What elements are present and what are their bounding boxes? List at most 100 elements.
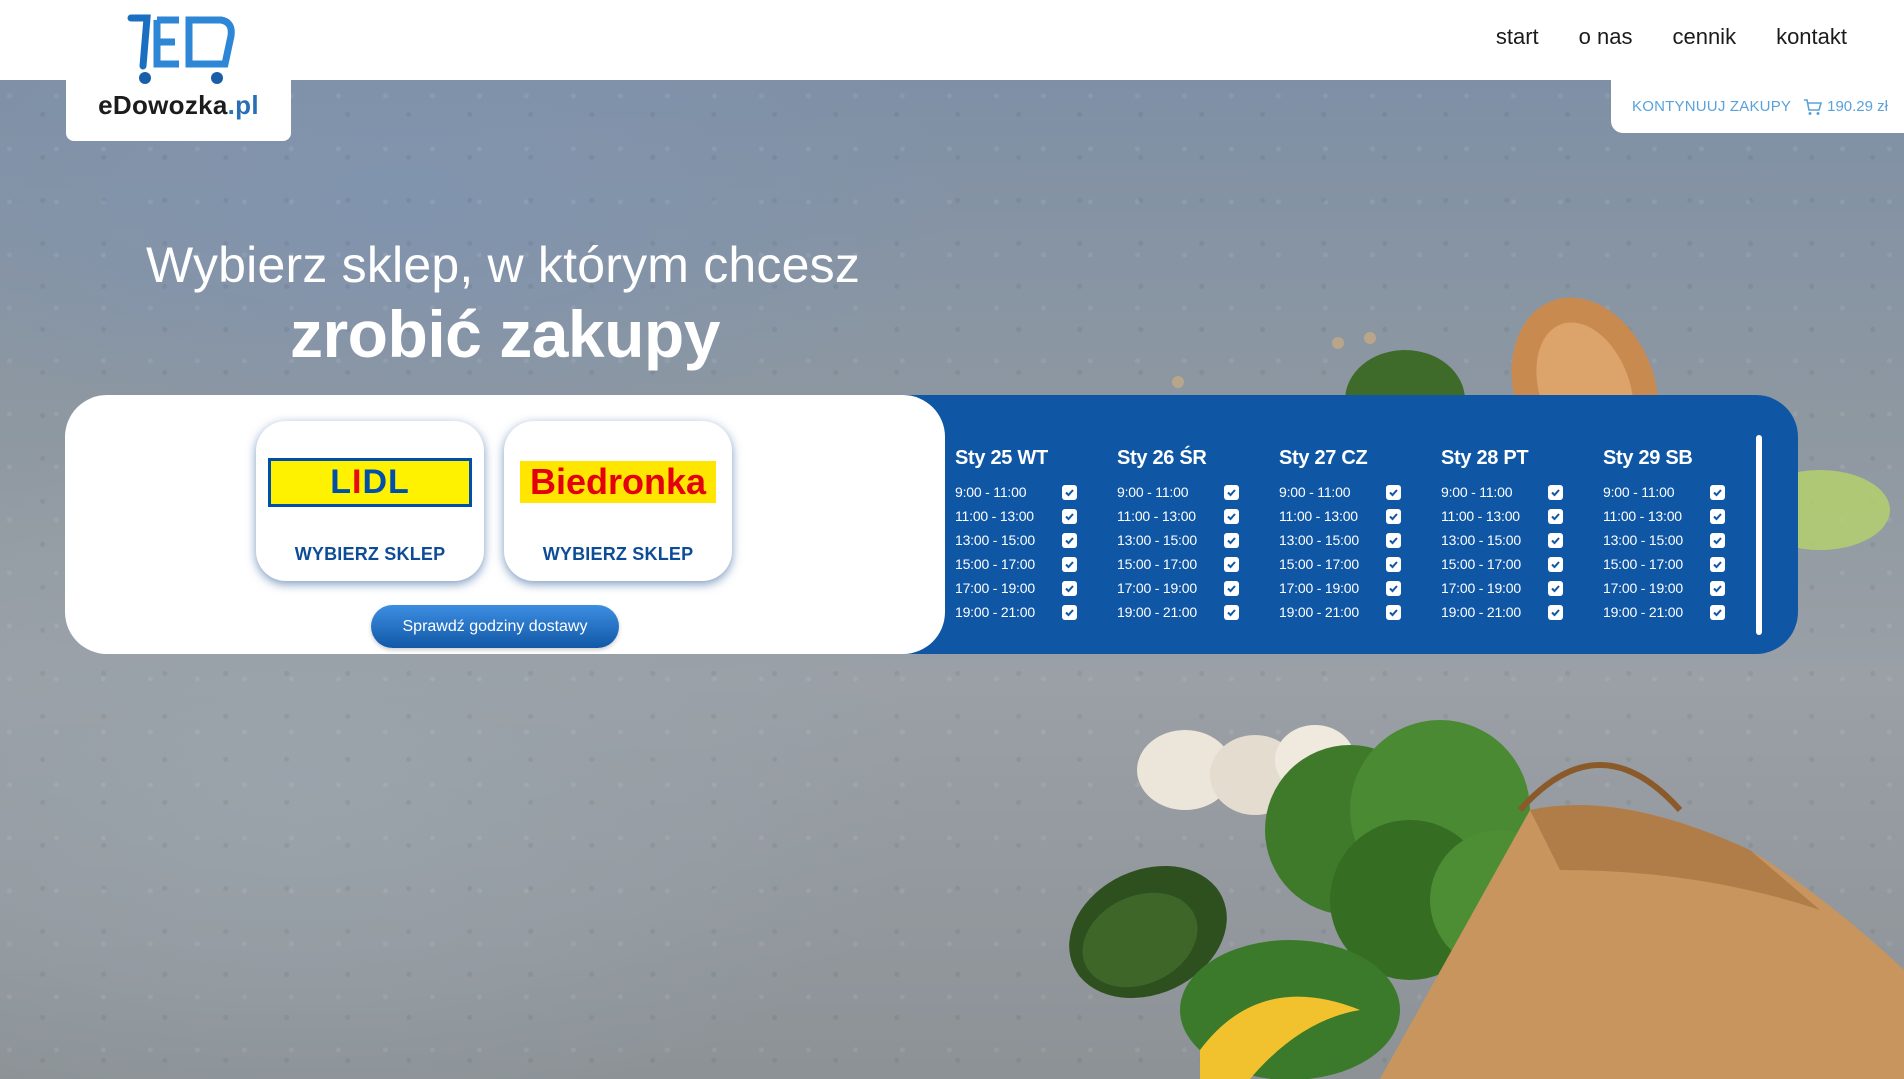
cart-logo-icon [127,14,235,84]
delivery-slot[interactable]: 19:00 - 21:00 [955,600,1077,624]
slot-time: 17:00 - 19:00 [1441,580,1521,596]
checkmark-icon[interactable] [1062,532,1077,548]
checkmark-icon[interactable] [1710,580,1725,596]
delivery-slot[interactable]: 13:00 - 15:00 [1279,528,1401,552]
delivery-slot[interactable]: 17:00 - 19:00 [1603,576,1725,600]
main-nav: start o nas cennik kontakt [1496,24,1847,50]
headline-line1: Wybierz sklep, w którym chcesz [146,237,861,293]
slot-time: 15:00 - 17:00 [955,556,1035,572]
cart-bar: KONTYNUUJ ZAKUPY 190.29 zł [1611,80,1904,133]
delivery-slot[interactable]: 19:00 - 21:00 [1117,600,1239,624]
checkmark-icon[interactable] [1548,604,1563,620]
delivery-slot[interactable]: 11:00 - 13:00 [1117,504,1239,528]
delivery-slot[interactable]: 19:00 - 21:00 [1603,600,1725,624]
delivery-slot[interactable]: 15:00 - 17:00 [955,552,1077,576]
slot-time: 15:00 - 17:00 [1117,556,1197,572]
delivery-slot[interactable]: 19:00 - 21:00 [1279,600,1401,624]
delivery-slot[interactable]: 15:00 - 17:00 [1279,552,1401,576]
slot-time: 13:00 - 15:00 [955,532,1035,548]
day-column: Sty 27 CZ 9:00 - 11:00 11:00 - 13:00 13:00 … [1279,447,1441,624]
select-store-button[interactable]: WYBIERZ SKLEP [504,544,732,565]
checkmark-icon[interactable] [1386,580,1401,596]
nav-start[interactable]: start [1496,24,1539,50]
checkmark-icon[interactable] [1386,508,1401,524]
checkmark-icon[interactable] [1224,484,1239,500]
delivery-slot[interactable]: 9:00 - 11:00 [1117,480,1239,504]
checkmark-icon[interactable] [1548,580,1563,596]
checkmark-icon[interactable] [1710,508,1725,524]
slot-time: 9:00 - 11:00 [1441,484,1513,500]
checkmark-icon[interactable] [1710,604,1725,620]
delivery-slot[interactable]: 15:00 - 17:00 [1441,552,1563,576]
delivery-slot[interactable]: 13:00 - 15:00 [1441,528,1563,552]
logo[interactable]: eDowozka.pl [66,0,291,141]
slot-time: 19:00 - 21:00 [1117,604,1197,620]
delivery-slot[interactable]: 9:00 - 11:00 [955,480,1077,504]
checkmark-icon[interactable] [1224,580,1239,596]
cart-total-button[interactable]: 190.29 zł [1803,98,1888,116]
checkmark-icon[interactable] [1548,532,1563,548]
store-card-lidl[interactable]: L I DL WYBIERZ SKLEP [256,421,484,581]
nav-cennik[interactable]: cennik [1672,24,1736,50]
delivery-slot[interactable]: 9:00 - 11:00 [1441,480,1563,504]
delivery-slot[interactable]: 11:00 - 13:00 [955,504,1077,528]
delivery-slot[interactable]: 9:00 - 11:00 [1603,480,1725,504]
delivery-slot[interactable]: 11:00 - 13:00 [1441,504,1563,528]
delivery-slot[interactable]: 17:00 - 19:00 [1117,576,1239,600]
nav-o-nas[interactable]: o nas [1579,24,1633,50]
checkmark-icon[interactable] [1386,532,1401,548]
store-card-biedronka[interactable]: Biedronka WYBIERZ SKLEP [504,421,732,581]
check-delivery-hours-button[interactable]: Sprawdź godziny dostawy [371,605,619,648]
checkmark-icon[interactable] [1386,484,1401,500]
day-column: Sty 29 SB 9:00 - 11:00 11:00 - 13:00 13:00 … [1603,447,1765,624]
delivery-slot[interactable]: 13:00 - 15:00 [1117,528,1239,552]
checkmark-icon[interactable] [1710,532,1725,548]
delivery-slot[interactable]: 13:00 - 15:00 [1603,528,1725,552]
slot-time: 17:00 - 19:00 [1117,580,1197,596]
checkmark-icon[interactable] [1386,556,1401,572]
checkmark-icon[interactable] [1224,508,1239,524]
checkmark-icon[interactable] [1224,556,1239,572]
checkmark-icon[interactable] [1710,484,1725,500]
slot-time: 19:00 - 21:00 [1279,604,1359,620]
nav-kontakt[interactable]: kontakt [1776,24,1847,50]
delivery-slot[interactable]: 17:00 - 19:00 [1441,576,1563,600]
delivery-slot[interactable]: 17:00 - 19:00 [1279,576,1401,600]
checkmark-icon[interactable] [1548,556,1563,572]
delivery-slot[interactable]: 11:00 - 13:00 [1279,504,1401,528]
checkmark-icon[interactable] [1548,508,1563,524]
slot-time: 11:00 - 13:00 [1279,508,1358,524]
checkmark-icon[interactable] [1062,556,1077,572]
logo-text: eDowozka.pl [98,90,259,120]
continue-shopping-link[interactable]: KONTYNUUJ ZAKUPY [1632,98,1791,115]
checkmark-icon[interactable] [1224,604,1239,620]
checkmark-icon[interactable] [1710,556,1725,572]
delivery-slot[interactable]: 13:00 - 15:00 [955,528,1077,552]
slot-time: 17:00 - 19:00 [1279,580,1359,596]
day-title: Sty 28 PT [1441,447,1529,469]
checkmark-icon[interactable] [1224,532,1239,548]
checkmark-icon[interactable] [1062,484,1077,500]
checkmark-icon[interactable] [1386,604,1401,620]
store-selection-panel: L I DL WYBIERZ SKLEP Biedronka WYBIERZ SKL… [65,395,945,654]
checkmark-icon[interactable] [1548,484,1563,500]
delivery-slot[interactable]: 15:00 - 17:00 [1117,552,1239,576]
day-column: Sty 25 WT 9:00 - 11:00 11:00 - 13:00 13:00 … [955,447,1117,624]
delivery-slot[interactable]: 9:00 - 11:00 [1279,480,1401,504]
checkmark-icon[interactable] [1062,604,1077,620]
checkmark-icon[interactable] [1062,508,1077,524]
select-store-button[interactable]: WYBIERZ SKLEP [256,544,484,565]
delivery-slot[interactable]: 19:00 - 21:00 [1441,600,1563,624]
checkmark-icon[interactable] [1062,580,1077,596]
slot-time: 15:00 - 17:00 [1279,556,1359,572]
slot-time: 9:00 - 11:00 [955,484,1027,500]
delivery-slot[interactable]: 11:00 - 13:00 [1603,504,1725,528]
delivery-slot[interactable]: 15:00 - 17:00 [1603,552,1725,576]
lidl-logo: L I DL [268,457,472,507]
slot-time: 17:00 - 19:00 [1603,580,1683,596]
slot-time: 17:00 - 19:00 [955,580,1035,596]
day-title: Sty 26 ŚR [1117,447,1207,469]
schedule-scrollbar[interactable] [1756,435,1762,635]
headline-line2: zrobić zakupy [290,297,720,371]
delivery-slot[interactable]: 17:00 - 19:00 [955,576,1077,600]
